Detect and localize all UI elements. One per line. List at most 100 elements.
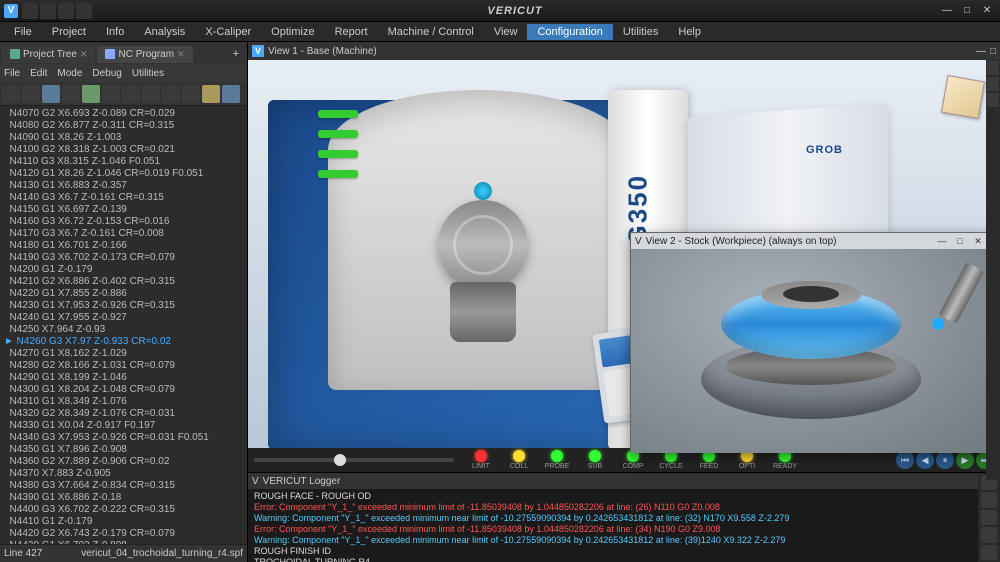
navigation-cube[interactable] xyxy=(941,75,985,119)
tb-stop-icon[interactable] xyxy=(122,85,140,103)
tab-close-icon[interactable]: ✕ xyxy=(80,49,88,60)
maximize-button[interactable]: □ xyxy=(958,4,976,18)
tb-goto-icon[interactable] xyxy=(162,85,180,103)
menu-report[interactable]: Report xyxy=(325,24,378,40)
nc-code-editor[interactable]: N4070 G2 X6.693 Z-0.089 CR=0.029 N4080 G… xyxy=(0,106,247,544)
nc-line[interactable]: N4100 G2 X8.318 Z-1.003 CR=0.021 xyxy=(4,144,243,156)
nc-line[interactable]: ► N4260 G3 X7.97 Z-0.933 CR=0.02 xyxy=(4,336,243,348)
play-button[interactable]: ▶ xyxy=(956,451,974,469)
view2-viewport[interactable] xyxy=(631,249,989,453)
view2-header[interactable]: V View 2 - Stock (Workpiece) (always on … xyxy=(631,233,989,249)
nc-line[interactable]: N4150 G1 X6.697 Z-0.139 xyxy=(4,204,243,216)
menu-project[interactable]: Project xyxy=(42,24,96,40)
nc-line[interactable]: N4220 G1 X7.855 Z-0.886 xyxy=(4,288,243,300)
nc-line[interactable]: N4310 G1 X8.349 Z-1.076 xyxy=(4,396,243,408)
tb-save-icon[interactable] xyxy=(22,85,40,103)
menu-info[interactable]: Info xyxy=(96,24,134,40)
tb-print-icon[interactable] xyxy=(62,85,80,103)
tb-find-icon[interactable] xyxy=(42,85,60,103)
tb-bookmark-icon[interactable] xyxy=(182,85,200,103)
menu-configuration[interactable]: Configuration xyxy=(527,24,612,40)
log-line[interactable]: Error: Component "Y_1_" exceeded minimum… xyxy=(254,502,972,513)
nc-line[interactable]: N4410 G1 Z-0.179 xyxy=(4,516,243,528)
menu-analysis[interactable]: Analysis xyxy=(134,24,195,40)
view2-window[interactable]: V View 2 - Stock (Workpiece) (always on … xyxy=(630,232,990,452)
nc-line[interactable]: N4280 G2 X8.166 Z-1.031 CR=0.079 xyxy=(4,360,243,372)
nc-line[interactable]: N4380 G3 X7.664 Z-0.834 CR=0.315 xyxy=(4,480,243,492)
nc-line[interactable]: N4120 G1 X8.26 Z-1.046 CR=0.019 F0.051 xyxy=(4,168,243,180)
log-settings-icon[interactable] xyxy=(981,545,997,560)
rt-section-icon[interactable] xyxy=(987,93,999,107)
menu-optimize[interactable]: Optimize xyxy=(261,24,324,40)
nc-line[interactable]: N4320 G2 X8.349 Z-1.076 CR=0.031 xyxy=(4,408,243,420)
nc-line[interactable]: N4290 G1 X8.199 Z-1.046 xyxy=(4,372,243,384)
qat-open-icon[interactable] xyxy=(22,3,38,19)
tb-run-icon[interactable] xyxy=(82,85,100,103)
submenu-file[interactable]: File xyxy=(4,68,20,79)
tab-project-tree[interactable]: Project Tree ✕ xyxy=(2,46,95,63)
log-line[interactable]: ROUGH FACE - ROUGH OD xyxy=(254,491,972,502)
nc-line[interactable]: N4330 G1 X0.04 Z-0.917 F0.197 xyxy=(4,420,243,432)
view-minimize-icon[interactable]: — xyxy=(976,46,986,57)
nc-line[interactable]: N4080 G2 X6.877 Z-0.311 CR=0.315 xyxy=(4,120,243,132)
menu-help[interactable]: Help xyxy=(668,24,711,40)
log-save-icon[interactable] xyxy=(981,527,997,542)
nc-line[interactable]: N4170 G3 X6.7 Z-0.161 CR=0.008 xyxy=(4,228,243,240)
nc-line[interactable]: N4420 G2 X6.743 Z-0.179 CR=0.079 xyxy=(4,528,243,540)
minimize-button[interactable]: — xyxy=(938,4,956,18)
menu-machinecontrol[interactable]: Machine / Control xyxy=(378,24,484,40)
rewind-button[interactable]: ⏮ xyxy=(896,451,914,469)
log-line[interactable]: Error: Component "Y_1_" exceeded minimum… xyxy=(254,524,972,535)
nc-line[interactable]: N4090 G1 X8.26 Z-1.003 xyxy=(4,132,243,144)
nc-line[interactable]: N4180 G1 X6.701 Z-0.166 xyxy=(4,240,243,252)
submenu-mode[interactable]: Mode xyxy=(57,68,82,79)
nc-line[interactable]: N4140 G3 X6.7 Z-0.161 CR=0.315 xyxy=(4,192,243,204)
log-clear-icon[interactable] xyxy=(981,510,997,525)
tb-compare-icon[interactable] xyxy=(202,85,220,103)
tb-open-icon[interactable] xyxy=(2,85,20,103)
nc-line[interactable]: N4390 G1 X6.886 Z-0.18 xyxy=(4,492,243,504)
log-line[interactable]: ROUGH FINISH ID xyxy=(254,546,972,557)
nc-line[interactable]: N4340 G3 X7.953 Z-0.926 CR=0.031 F0.051 xyxy=(4,432,243,444)
nc-line[interactable]: N4370 X7.883 Z-0.905 xyxy=(4,468,243,480)
menu-xcaliper[interactable]: X-Caliper xyxy=(195,24,261,40)
view2-close-icon[interactable]: ✕ xyxy=(971,235,985,247)
nc-line[interactable]: N4160 G3 X6.72 Z-0.153 CR=0.016 xyxy=(4,216,243,228)
view2-min-icon[interactable]: — xyxy=(935,235,949,247)
menu-view[interactable]: View xyxy=(484,24,528,40)
log-line[interactable]: Warning: Component "Y_1_" exceeded minim… xyxy=(254,513,972,524)
view2-max-icon[interactable]: □ xyxy=(953,235,967,247)
nc-line[interactable]: N4200 G1 Z-0.179 xyxy=(4,264,243,276)
nc-line[interactable]: N4230 G1 X7.953 Z-0.926 CR=0.315 xyxy=(4,300,243,312)
add-tab-button[interactable]: + xyxy=(227,48,245,60)
rt-measure-icon[interactable] xyxy=(987,77,999,91)
tab-close-icon[interactable]: ✕ xyxy=(177,49,185,60)
nc-line[interactable]: N4240 G1 X7.955 Z-0.927 xyxy=(4,312,243,324)
nc-line[interactable]: N4110 G3 X8.315 Z-1.046 F0.051 xyxy=(4,156,243,168)
nc-line[interactable]: N4300 G1 X8.204 Z-1.048 CR=0.079 xyxy=(4,384,243,396)
qat-redo-icon[interactable] xyxy=(76,3,92,19)
slider-thumb[interactable] xyxy=(334,454,346,466)
qat-undo-icon[interactable] xyxy=(58,3,74,19)
logger-body[interactable]: ROUGH FACE - ROUGH ODError: Component "Y… xyxy=(248,489,978,562)
tb-step-icon[interactable] xyxy=(102,85,120,103)
nc-line[interactable]: N4270 G1 X8.162 Z-1.029 xyxy=(4,348,243,360)
nc-line[interactable]: N4400 G3 X6.702 Z-0.222 CR=0.315 xyxy=(4,504,243,516)
rt-view-icon[interactable] xyxy=(987,61,999,75)
nc-line[interactable]: N4350 G1 X7.896 Z-0.908 xyxy=(4,444,243,456)
log-filter-icon[interactable] xyxy=(981,492,997,507)
nc-line[interactable]: N4250 X7.964 Z-0.93 xyxy=(4,324,243,336)
submenu-utilities[interactable]: Utilities xyxy=(132,68,164,79)
pause-button[interactable]: ⏸ xyxy=(936,451,954,469)
menu-utilities[interactable]: Utilities xyxy=(613,24,668,40)
view-maximize-icon[interactable]: □ xyxy=(990,46,996,57)
nc-line[interactable]: N4070 G2 X6.693 Z-0.089 CR=0.029 xyxy=(4,108,243,120)
nc-line[interactable]: N4210 G2 X6.886 Z-0.402 CR=0.315 xyxy=(4,276,243,288)
close-button[interactable]: ✕ xyxy=(978,4,996,18)
menu-file[interactable]: File xyxy=(4,24,42,40)
log-line[interactable]: Warning: Component "Y_1_" exceeded minim… xyxy=(254,535,972,546)
log-line[interactable]: TROCHOIDAL TURNING R4 xyxy=(254,557,972,562)
tb-settings-icon[interactable] xyxy=(222,85,240,103)
tb-bp-icon[interactable] xyxy=(142,85,160,103)
speed-slider[interactable] xyxy=(254,458,454,462)
